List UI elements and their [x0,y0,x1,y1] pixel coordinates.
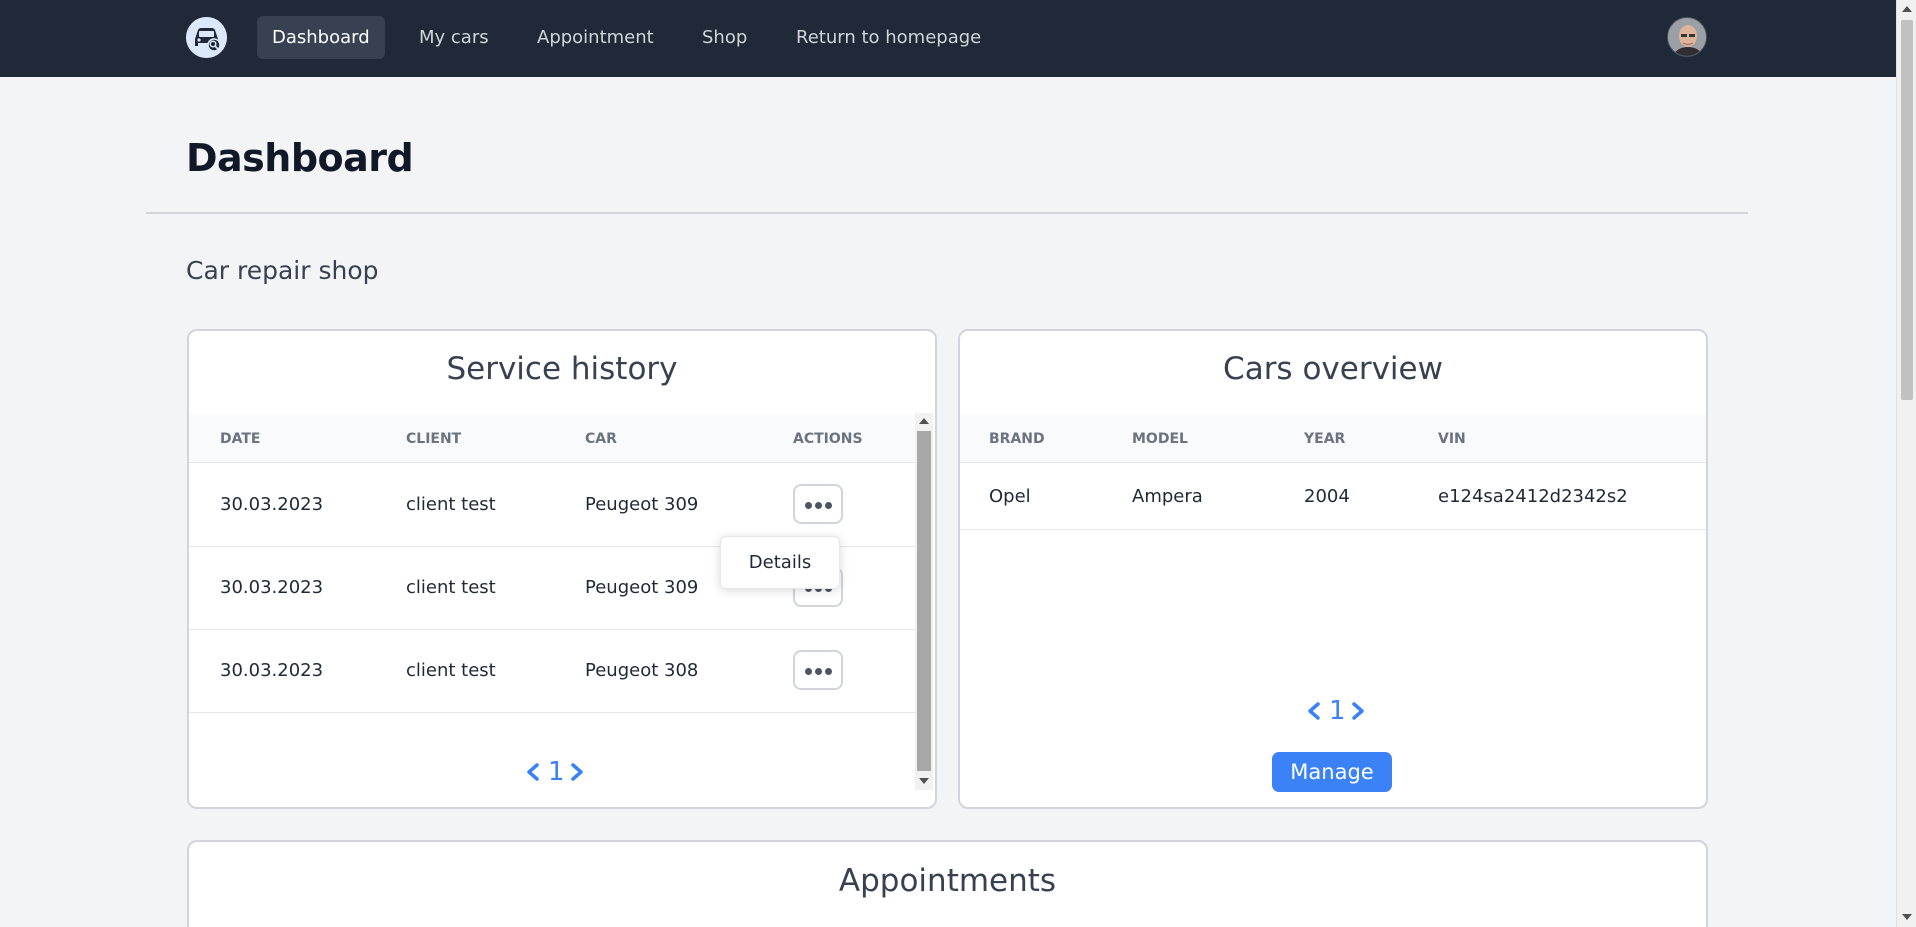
row-actions-button[interactable] [793,650,843,690]
chevron-right-icon[interactable] [566,757,588,787]
cars-overview-pagination: 1 [1303,696,1373,726]
nav-shop[interactable]: Shop [687,16,762,59]
table-row: Opel Ampera 2004 e124sa2412d2342s2 [960,464,1706,530]
page-scrollbar-thumb[interactable] [1901,20,1913,400]
row-date: 30.03.2023 [220,494,324,515]
chevron-left-icon[interactable] [522,757,544,787]
nav-my-cars[interactable]: My cars [404,16,504,59]
table-scrollbar-thumb[interactable] [917,431,931,771]
table-scrollbar[interactable] [915,413,933,790]
row-client: client test [406,494,496,515]
row-date: 30.03.2023 [220,660,324,681]
card-title: Appointments [838,863,1057,899]
user-avatar[interactable] [1667,17,1707,57]
table-row: 30.03.2023 client test Peugeot 308 [189,630,916,713]
title-divider [146,212,1748,214]
more-dots-icon [815,668,822,675]
section-title: Car repair shop [186,256,379,285]
page-number[interactable]: 1 [548,757,565,787]
column-header-year: YEAR [1304,431,1346,447]
row-client: client test [406,577,496,598]
nav-appointment[interactable]: Appointment [522,16,669,59]
service-history-pagination: 1 [522,757,592,787]
appointments-card: Appointments [187,840,1708,927]
row-actions-button[interactable] [793,484,843,524]
row-brand: Opel [989,486,1031,507]
table-header: DATE CLIENT CAR ACTIONS [189,415,916,463]
scroll-down-icon[interactable] [919,778,929,784]
row-car: Peugeot 309 [585,494,699,515]
more-dots-icon [825,502,832,509]
actions-dropdown: Details [720,536,840,589]
card-title: Service history [446,351,678,387]
table-row: 30.03.2023 client test Peugeot 309 [189,464,916,547]
car-logo-icon[interactable] [186,17,227,58]
row-car: Peugeot 309 [585,577,699,598]
scroll-down-icon[interactable] [1902,914,1912,920]
row-year: 2004 [1304,486,1350,507]
row-client: client test [406,660,496,681]
column-header-brand: BRAND [989,431,1045,447]
page-title: Dashboard [186,136,414,180]
column-header-client: CLIENT [406,431,462,447]
manage-button[interactable]: Manage [1272,752,1392,792]
chevron-right-icon[interactable] [1347,696,1369,726]
more-dots-icon [805,502,812,509]
row-vin: e124sa2412d2342s2 [1438,486,1628,507]
page-number[interactable]: 1 [1329,696,1346,726]
card-title: Cars overview [1223,351,1443,387]
scroll-up-icon[interactable] [919,418,929,424]
nav-dashboard[interactable]: Dashboard [257,16,385,59]
more-dots-icon [825,668,832,675]
row-date: 30.03.2023 [220,577,324,598]
top-navbar: Dashboard My cars Appointment Shop Retur… [0,0,1896,77]
more-dots-icon [815,502,822,509]
column-header-model: MODEL [1132,431,1188,447]
more-dots-icon [805,668,812,675]
column-header-car: CAR [585,431,617,447]
column-header-actions: ACTIONS [793,431,863,447]
page-scrollbar[interactable] [1896,0,1916,927]
row-model: Ampera [1132,486,1203,507]
chevron-left-icon[interactable] [1303,696,1325,726]
cars-overview-card: Cars overview BRAND MODEL YEAR VIN Opel … [958,329,1708,809]
row-car: Peugeot 308 [585,660,699,681]
menu-item-details[interactable]: Details [721,537,839,588]
table-header: BRAND MODEL YEAR VIN [960,415,1706,463]
column-header-vin: VIN [1438,431,1466,447]
column-header-date: DATE [220,431,261,447]
nav-return-to-homepage[interactable]: Return to homepage [781,16,996,59]
scroll-up-icon[interactable] [1902,6,1912,12]
